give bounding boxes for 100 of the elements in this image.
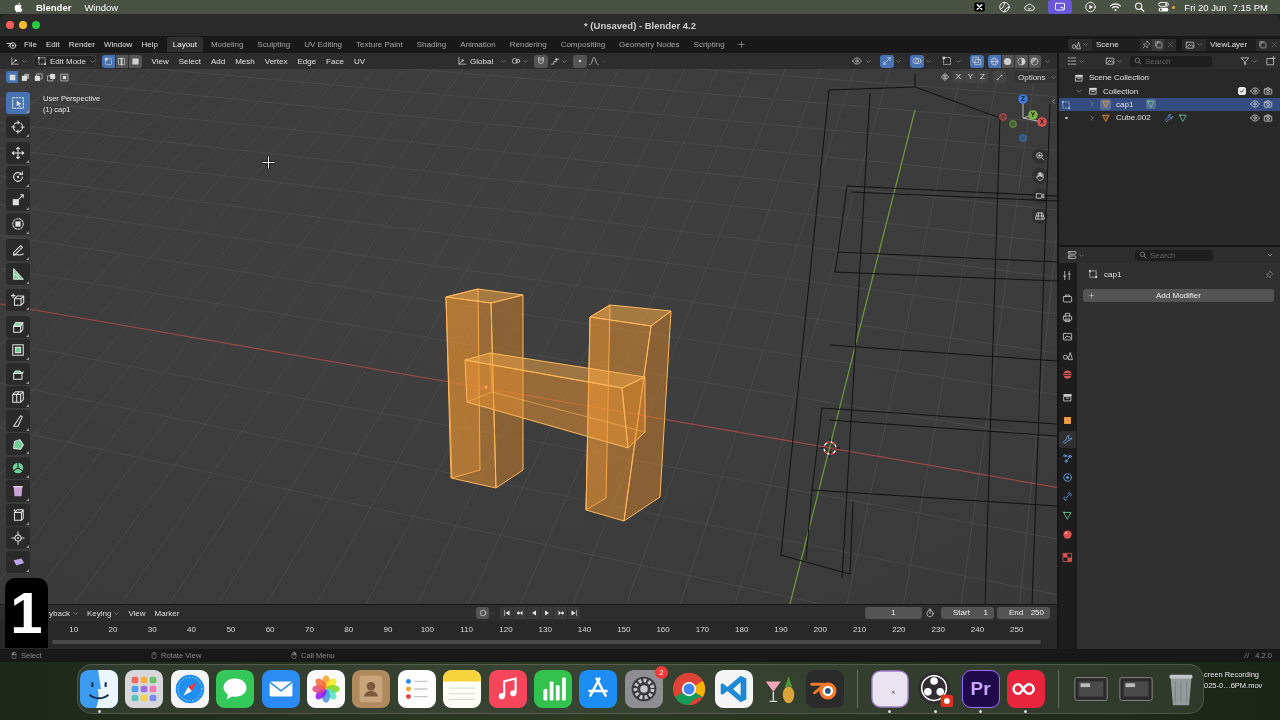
- recording-app-icon[interactable]: [916, 670, 955, 708]
- scene-field[interactable]: Scene: [1092, 38, 1140, 51]
- menu-item[interactable]: Help: [141, 40, 158, 49]
- mirror-icon[interactable]: [940, 72, 950, 82]
- zoom-window-button[interactable]: [32, 21, 40, 29]
- menu-dropdown[interactable]: Keying: [86, 608, 121, 618]
- editor-type-dropdown[interactable]: [1065, 248, 1087, 262]
- menu-item[interactable]: Vertex: [264, 56, 288, 66]
- zoom-icon[interactable]: [1032, 148, 1048, 164]
- editor-type-dropdown[interactable]: [8, 54, 30, 68]
- start-frame-field[interactable]: Start 1: [941, 607, 994, 619]
- contacts-book-icon[interactable]: [352, 670, 391, 708]
- tool-button[interactable]: [6, 550, 30, 573]
- compass-icon[interactable]: [170, 670, 209, 708]
- scene-type-dropdown[interactable]: [1068, 38, 1092, 51]
- auto-keying-toggle[interactable]: [476, 607, 490, 619]
- tool-button[interactable]: [6, 456, 30, 479]
- play-reverse-button[interactable]: [527, 607, 540, 619]
- mode-dropdown[interactable]: Edit Mode: [33, 54, 96, 68]
- notepad-icon[interactable]: [443, 670, 482, 708]
- view-layer-dropdown[interactable]: [1182, 38, 1206, 51]
- tool-button[interactable]: [6, 315, 30, 338]
- tool-button[interactable]: [6, 115, 30, 138]
- select-mode-button[interactable]: [129, 54, 142, 68]
- minimize-window-button[interactable]: [19, 21, 27, 29]
- duplicate-icon[interactable]: [1152, 38, 1164, 51]
- tool-button[interactable]: [6, 289, 30, 311]
- play-button[interactable]: [540, 607, 554, 619]
- gizmos-toggle[interactable]: [880, 54, 894, 68]
- outliner-item[interactable]: Collection: [1059, 84, 1280, 98]
- camera-icon[interactable]: [1262, 99, 1273, 110]
- proportional-editing-toggle[interactable]: [573, 54, 588, 68]
- workspace-tab[interactable]: UV Editing: [298, 37, 349, 52]
- perspective-grid-icon[interactable]: [1032, 208, 1048, 224]
- tool-button[interactable]: [6, 409, 30, 432]
- tool-button[interactable]: [6, 503, 30, 526]
- tool-button[interactable]: [6, 527, 30, 549]
- mirror-axis-button[interactable]: Y: [965, 71, 976, 83]
- pin-icon[interactable]: [1265, 269, 1274, 279]
- plus-icon[interactable]: [736, 40, 746, 49]
- chat-bubble-icon[interactable]: [216, 670, 255, 708]
- select-mode-button[interactable]: [102, 54, 115, 68]
- snap-toggle[interactable]: [534, 54, 549, 68]
- premiere-app-icon[interactable]: Pr: [961, 670, 1000, 708]
- menu-item[interactable]: View: [128, 608, 146, 618]
- tool-button[interactable]: [6, 239, 30, 261]
- music-note-icon[interactable]: [488, 670, 527, 708]
- menu-item[interactable]: Edge: [297, 56, 317, 66]
- edit-mode-icon[interactable]: [1061, 99, 1071, 110]
- overlays-toggle[interactable]: [910, 54, 924, 68]
- blender-icon[interactable]: [806, 670, 845, 708]
- blender-logo-icon[interactable]: [6, 39, 17, 50]
- menu-item[interactable]: Render: [68, 40, 95, 49]
- play-circle-icon[interactable]: [1084, 1, 1098, 13]
- menu-item[interactable]: Window: [103, 40, 133, 49]
- view-layer-field[interactable]: ViewLayer: [1206, 38, 1256, 51]
- caret-icon[interactable]: [1266, 251, 1274, 259]
- checkbox[interactable]: [1237, 87, 1246, 96]
- search-icon[interactable]: [1134, 1, 1146, 13]
- add-modifier-button[interactable]: Add Modifier: [1083, 289, 1274, 302]
- selection-mode-button[interactable]: [58, 71, 70, 83]
- outliner-item[interactable]: Cube.002: [1059, 111, 1280, 125]
- menu-item[interactable]: Select: [178, 56, 201, 66]
- new-collection-icon[interactable]: [1266, 56, 1276, 66]
- control-center-icon[interactable]: [1157, 1, 1171, 13]
- select-mode-button[interactable]: [115, 54, 128, 68]
- menu-item[interactable]: Face: [326, 56, 344, 66]
- bar-chart-icon[interactable]: [533, 670, 572, 708]
- app-menu[interactable]: Blender: [36, 1, 72, 13]
- menu-item[interactable]: Add: [210, 56, 226, 66]
- mirror-axis-button[interactable]: Z: [977, 71, 988, 83]
- edit-mode-dot-icon[interactable]: [1065, 116, 1068, 120]
- checklist-icon[interactable]: [397, 670, 436, 708]
- launchpad-grid-icon[interactable]: [125, 670, 164, 708]
- filter-dropdown[interactable]: [1238, 54, 1260, 68]
- sidebar-toggle-icon[interactable]: [1051, 97, 1056, 106]
- envelope-icon[interactable]: [261, 670, 300, 708]
- camera-icon[interactable]: [1262, 86, 1273, 97]
- workspace-tab[interactable]: Texture Paint: [350, 37, 409, 52]
- menu-item[interactable]: Mesh: [235, 56, 255, 66]
- mesh-options-button[interactable]: [993, 71, 1006, 83]
- duplicate-icon[interactable]: [1256, 38, 1268, 51]
- apple-logo-icon[interactable]: [13, 1, 24, 13]
- tool-button[interactable]: [6, 433, 30, 455]
- outliner-item[interactable]: cap1: [1059, 97, 1280, 112]
- menu-item[interactable]: View: [151, 56, 169, 66]
- outliner-item[interactable]: Scene Collection: [1059, 71, 1280, 85]
- tool-button[interactable]: [6, 212, 30, 235]
- h-shaped-mesh[interactable]: [445, 288, 672, 522]
- screen-share-icon[interactable]: [1048, 0, 1073, 14]
- tool-button[interactable]: [6, 480, 30, 502]
- mesh-overlays-toggle[interactable]: [940, 54, 954, 68]
- editor-type-dropdown[interactable]: [1065, 54, 1087, 68]
- pin-icon[interactable]: [1140, 38, 1152, 51]
- menu-item[interactable]: File: [24, 40, 37, 49]
- workspace-tab[interactable]: Layout: [166, 37, 203, 52]
- menu-dropdown[interactable]: yback: [49, 608, 79, 618]
- workspace-tab[interactable]: Geometry Nodes: [613, 37, 686, 52]
- workspace-tab[interactable]: Rendering: [503, 37, 553, 52]
- selection-mode-button[interactable]: [32, 71, 44, 83]
